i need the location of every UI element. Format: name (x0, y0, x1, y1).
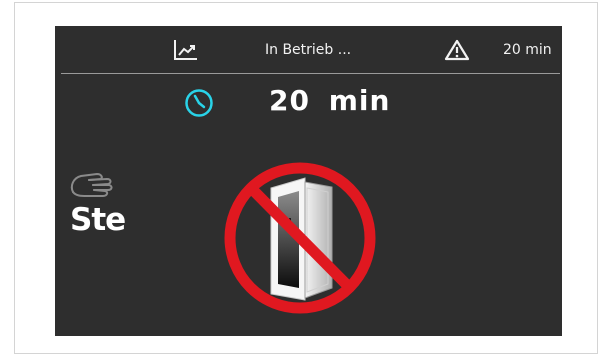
status-text: In Betrieb ... (265, 42, 352, 58)
warning-time: 20 min (503, 42, 552, 58)
divider (61, 73, 560, 74)
side-label: Ste (70, 202, 126, 238)
timer-value: 20 min (269, 84, 391, 117)
warning-triangle-icon[interactable] (444, 39, 470, 61)
clock-icon (185, 89, 213, 117)
no-door-open-icon (224, 162, 376, 314)
trend-chart-icon[interactable] (171, 38, 199, 62)
display-screen: In Betrieb ... 20 min 20 min Ste (55, 26, 562, 336)
status-bar: In Betrieb ... 20 min (55, 26, 562, 76)
